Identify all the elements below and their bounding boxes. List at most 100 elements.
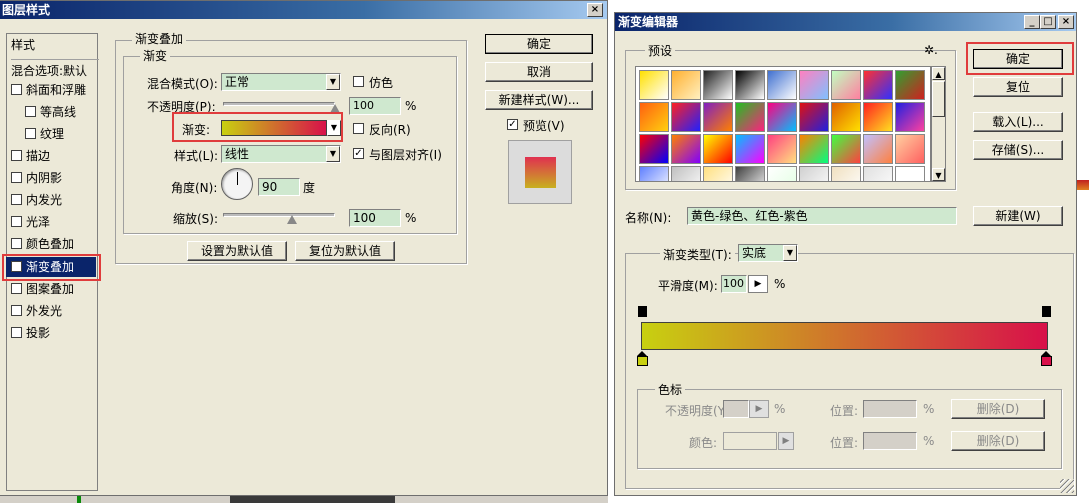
blend-mode-select[interactable]: 正常 (221, 73, 341, 91)
checkbox[interactable] (11, 238, 22, 249)
angle-input[interactable]: 90 (258, 178, 300, 196)
ge-reset-button[interactable]: 复位 (973, 77, 1063, 97)
preset-swatch[interactable] (639, 134, 669, 164)
preset-swatch[interactable] (671, 134, 701, 164)
chevron-down-icon[interactable]: ▼ (326, 146, 340, 162)
preset-swatch[interactable] (703, 102, 733, 132)
checkbox[interactable] (11, 84, 22, 95)
preset-swatch[interactable] (863, 166, 893, 181)
preset-swatch[interactable] (639, 166, 669, 181)
preset-swatch[interactable] (863, 70, 893, 100)
opacity-stop-left-icon[interactable] (638, 306, 647, 317)
ge-new-button[interactable]: 新建(W) (973, 206, 1063, 226)
sidebar-item-pattern-overlay[interactable]: 图案叠加 (5, 279, 97, 299)
preset-swatch[interactable] (895, 102, 925, 132)
preset-swatch[interactable] (735, 134, 765, 164)
preset-swatch[interactable] (767, 166, 797, 181)
preset-swatch[interactable] (671, 70, 701, 100)
ok-button[interactable]: 确定 (485, 34, 593, 54)
checkbox[interactable] (11, 216, 22, 227)
scale-slider[interactable] (223, 213, 335, 217)
opacity-input[interactable]: 100 (349, 97, 401, 115)
presets-grid[interactable] (635, 66, 931, 182)
angle-dial[interactable] (221, 168, 253, 200)
opacity-stop-right-icon[interactable] (1042, 306, 1051, 317)
preset-swatch[interactable] (639, 102, 669, 132)
preset-swatch[interactable] (799, 102, 829, 132)
checkbox[interactable] (11, 283, 22, 294)
checkbox[interactable] (25, 106, 36, 117)
sidebar-item-drop-shadow[interactable]: 投影 (5, 323, 97, 343)
checkbox[interactable] (25, 128, 36, 139)
preset-swatch[interactable] (767, 70, 797, 100)
checkbox[interactable] (11, 194, 22, 205)
smoothness-input[interactable]: 100 (721, 275, 747, 293)
resize-grip-icon[interactable] (1060, 479, 1074, 493)
sidebar-item-inner-glow[interactable]: 内发光 (5, 190, 97, 210)
style-select[interactable]: 线性 (221, 145, 341, 163)
new-style-button[interactable]: 新建样式(W)... (485, 90, 593, 110)
sidebar-item-outer-glow[interactable]: 外发光 (5, 301, 97, 321)
sidebar-item-inner-shadow[interactable]: 内阴影 (5, 168, 97, 188)
scale-slider-thumb[interactable] (287, 215, 297, 224)
preset-swatch[interactable] (671, 166, 701, 181)
scale-input[interactable]: 100 (349, 209, 401, 227)
preset-swatch[interactable] (895, 166, 925, 181)
chevron-down-icon[interactable]: ▼ (783, 245, 797, 261)
sidebar-item-stroke[interactable]: 描边 (5, 146, 97, 166)
presets-scrollbar[interactable]: ▲ ▼ (931, 66, 946, 182)
ge-load-button[interactable]: 载入(L)... (973, 112, 1063, 132)
set-default-button[interactable]: 设置为默认值 (187, 241, 287, 261)
preset-swatch[interactable] (863, 134, 893, 164)
close-button[interactable]: × (587, 3, 603, 17)
preset-swatch[interactable] (767, 102, 797, 132)
color-stop-left-icon[interactable] (637, 351, 648, 367)
preset-swatch[interactable] (703, 166, 733, 181)
color-stop-right-icon[interactable] (1041, 351, 1052, 367)
reverse-checkbox[interactable] (353, 123, 364, 134)
name-input[interactable]: 黄色-绿色、红色-紫色 (687, 207, 957, 225)
cancel-button[interactable]: 取消 (485, 62, 593, 82)
sidebar-item-contour[interactable]: 等高线 (19, 102, 111, 122)
opacity-slider[interactable] (223, 102, 335, 106)
preset-swatch[interactable] (895, 70, 925, 100)
preset-swatch[interactable] (831, 166, 861, 181)
preset-swatch[interactable] (735, 70, 765, 100)
maximize-button[interactable]: □ (1040, 15, 1056, 29)
preset-swatch[interactable] (735, 166, 765, 181)
checkbox[interactable] (11, 172, 22, 183)
preset-swatch[interactable] (799, 134, 829, 164)
play-icon[interactable]: ▶ (748, 275, 768, 293)
sidebar-item-color-overlay[interactable]: 颜色叠加 (5, 234, 97, 254)
checkbox[interactable] (11, 305, 22, 316)
sidebar-item-bevel[interactable]: 斜面和浮雕 (5, 80, 97, 100)
preset-swatch[interactable] (799, 166, 829, 181)
sidebar-item-texture[interactable]: 纹理 (19, 124, 111, 144)
scroll-up-icon[interactable]: ▲ (932, 67, 945, 80)
scroll-down-icon[interactable]: ▼ (932, 168, 945, 181)
preview-checkbox[interactable]: ✓ (507, 119, 518, 130)
close-button[interactable]: × (1058, 15, 1074, 29)
scroll-thumb[interactable] (932, 81, 945, 117)
gear-icon[interactable]: ✲. (924, 43, 938, 57)
preset-swatch[interactable] (767, 134, 797, 164)
preset-swatch[interactable] (831, 102, 861, 132)
preset-swatch[interactable] (671, 102, 701, 132)
preset-swatch[interactable] (895, 134, 925, 164)
minimize-button[interactable]: _ (1024, 15, 1040, 29)
reset-default-button[interactable]: 复位为默认值 (295, 241, 395, 261)
dither-checkbox[interactable] (353, 76, 364, 87)
ge-save-button[interactable]: 存储(S)... (973, 140, 1063, 160)
preset-swatch[interactable] (703, 134, 733, 164)
preset-swatch[interactable] (831, 134, 861, 164)
sidebar-item-satin[interactable]: 光泽 (5, 212, 97, 232)
chevron-down-icon[interactable]: ▼ (326, 74, 340, 90)
preset-swatch[interactable] (863, 102, 893, 132)
checkbox[interactable] (11, 327, 22, 338)
preset-swatch[interactable] (831, 70, 861, 100)
preset-swatch[interactable] (639, 70, 669, 100)
preset-swatch[interactable] (799, 70, 829, 100)
checkbox[interactable] (11, 150, 22, 161)
blend-options-item[interactable]: 混合选项:默认 (11, 59, 99, 79)
preset-swatch[interactable] (703, 70, 733, 100)
